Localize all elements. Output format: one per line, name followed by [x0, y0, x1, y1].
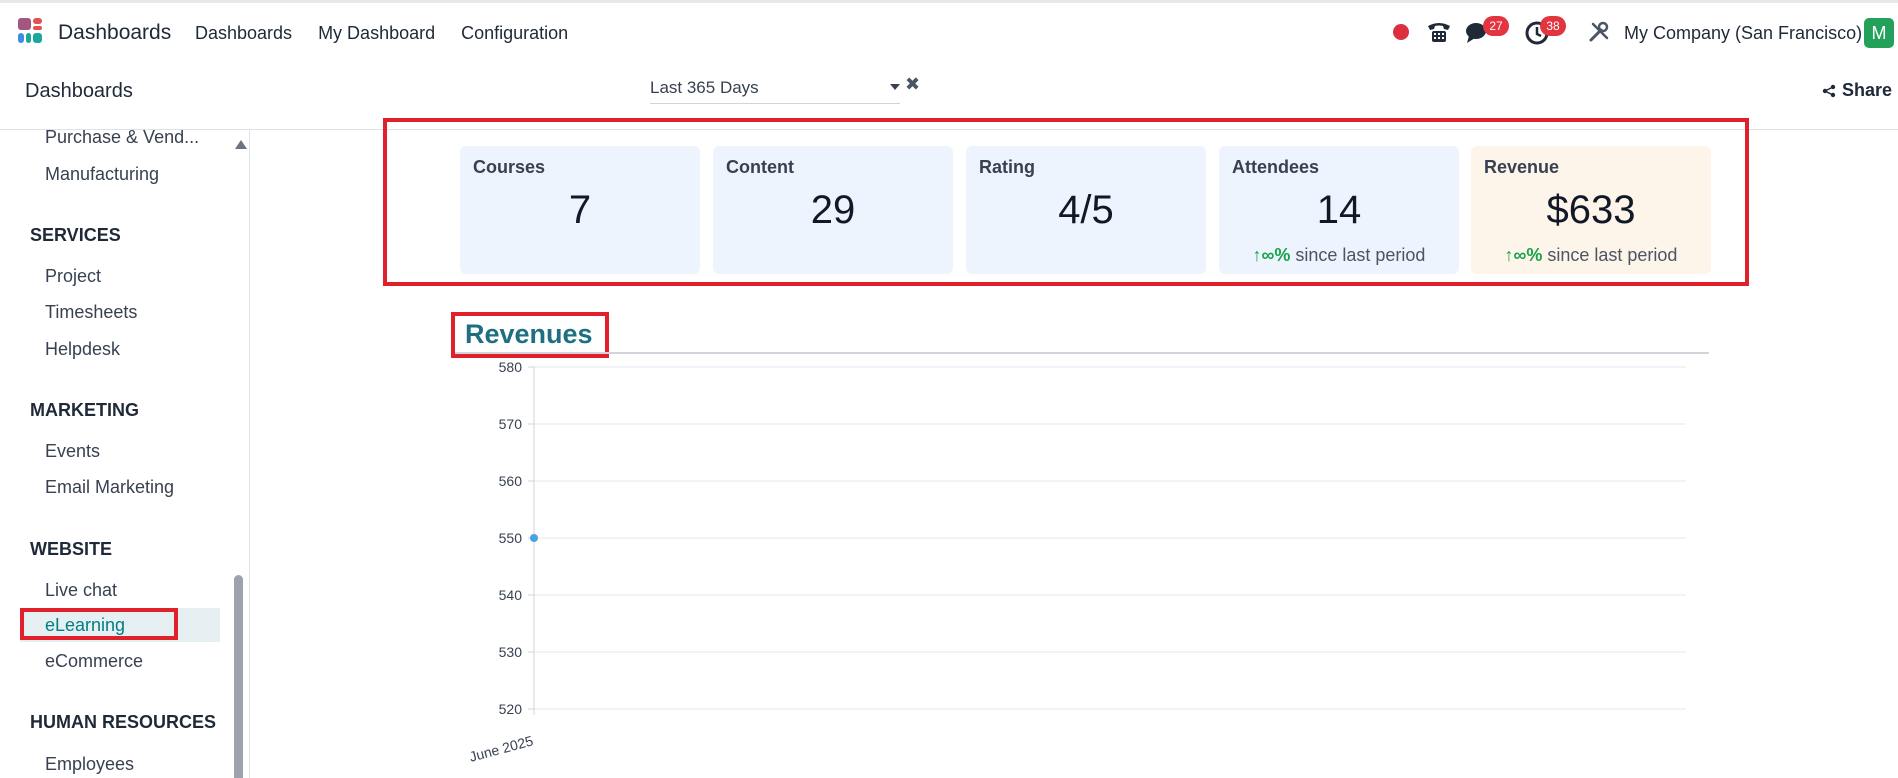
sidebar-item-purchase[interactable]: Purchase & Vend... [45, 130, 199, 148]
sidebar-scrollbar[interactable] [232, 130, 247, 778]
revenues-line-chart[interactable]: 580 570 560 550 540 530 520 June 2025 [460, 355, 1710, 778]
y-tick-label: 570 [499, 416, 523, 432]
record-icon[interactable] [1393, 24, 1409, 40]
kpi-card-revenue[interactable]: Revenue $633 ↑∞% since last period [1471, 146, 1711, 274]
app-name[interactable]: Dashboards [58, 21, 171, 45]
sidebar-item-employees[interactable]: Employees [45, 754, 134, 775]
elearning-highlight-box [20, 608, 178, 640]
company-switcher[interactable]: My Company (San Francisco) [1624, 23, 1862, 44]
share-icon [1822, 84, 1836, 97]
sidebar-item-email-marketing[interactable]: Email Marketing [45, 477, 174, 498]
y-tick-label: 550 [499, 530, 523, 546]
y-tick-label: 520 [499, 701, 523, 717]
y-tick-label: 530 [499, 644, 523, 660]
kpi-title: Courses [473, 157, 546, 177]
user-avatar[interactable]: M [1864, 18, 1894, 48]
period-filter-value: Last 365 Days [650, 78, 759, 97]
kpi-trend: ↑∞% since last period [1471, 245, 1711, 266]
y-tick-label: 580 [499, 359, 523, 375]
sidebar-section-marketing: MARKETING [30, 400, 139, 420]
kpi-title: Attendees [1232, 157, 1320, 177]
revenues-divider [455, 352, 1709, 354]
kpi-card-attendees[interactable]: Attendees 14 ↑∞% since last period [1219, 146, 1459, 274]
sidebar-item-ecommerce[interactable]: eCommerce [45, 651, 143, 672]
breadcrumb: Dashboards [25, 80, 133, 102]
dashboard-sidebar: Purchase & Vend... Manufacturing SERVICE… [0, 130, 250, 778]
phone-icon[interactable] [1425, 18, 1453, 46]
sidebar-item-helpdesk[interactable]: Helpdesk [45, 339, 120, 360]
caret-down-icon[interactable] [890, 84, 900, 90]
sidebar-section-human-resources: HUMAN RESOURCES [30, 712, 217, 732]
sidebar-item-project[interactable]: Project [45, 266, 101, 287]
tools-icon[interactable] [1588, 21, 1610, 43]
kpi-title: Content [726, 157, 794, 177]
chat-count-badge: 27 [1483, 16, 1509, 36]
x-tick-label: June 2025 [467, 732, 535, 764]
y-tick-label: 560 [499, 473, 523, 489]
trend-text: since last period [1542, 245, 1678, 265]
trend-text: since last period [1290, 245, 1426, 265]
trend-up-arrow: ↑∞% [1504, 245, 1543, 265]
sidebar-section-services: SERVICES [30, 225, 121, 245]
kpi-value: 7 [568, 188, 592, 232]
menu-configuration[interactable]: Configuration [461, 23, 568, 44]
kpi-value: 4/5 [1058, 188, 1114, 232]
scrollbar-thumb[interactable] [234, 575, 243, 778]
kpi-value: $633 [1546, 188, 1636, 232]
kpi-value: 29 [810, 188, 856, 232]
y-tick-label: 540 [499, 587, 523, 603]
menu-my-dashboard[interactable]: My Dashboard [318, 23, 435, 44]
kpi-value: 14 [1316, 188, 1362, 232]
sidebar-item-timesheets[interactable]: Timesheets [45, 302, 137, 323]
data-point[interactable] [530, 534, 538, 542]
period-filter-select[interactable]: Last 365 Days [650, 74, 900, 104]
kpi-card-rating[interactable]: Rating 4/5 [966, 146, 1206, 274]
kpi-card-content[interactable]: Content 29 [713, 146, 953, 274]
menu-dashboards[interactable]: Dashboards [195, 23, 292, 44]
sidebar-item-live-chat[interactable]: Live chat [45, 580, 117, 601]
revenues-title: Revenues [465, 319, 593, 349]
scroll-up-arrow-icon[interactable] [235, 140, 247, 149]
top-navbar: Dashboards Dashboards My Dashboard Confi… [0, 0, 1898, 62]
clear-filter-icon[interactable]: ✖ [905, 74, 920, 95]
dashboards-app-icon[interactable] [18, 18, 48, 48]
kpi-trend: ↑∞% since last period [1219, 245, 1459, 266]
kpi-title: Rating [979, 157, 1035, 177]
sidebar-item-events[interactable]: Events [45, 441, 100, 462]
sidebar-section-website: WEBSITE [30, 539, 113, 559]
share-button[interactable]: Share [1822, 80, 1892, 101]
activity-count-badge: 38 [1540, 16, 1566, 36]
trend-up-arrow: ↑∞% [1252, 245, 1291, 265]
kpi-card-courses[interactable]: Courses 7 [460, 146, 700, 274]
sidebar-item-manufacturing[interactable]: Manufacturing [45, 164, 159, 185]
kpi-title: Revenue [1484, 157, 1560, 177]
main-menu: Dashboards My Dashboard Configuration [195, 23, 568, 44]
share-label: Share [1842, 80, 1893, 100]
